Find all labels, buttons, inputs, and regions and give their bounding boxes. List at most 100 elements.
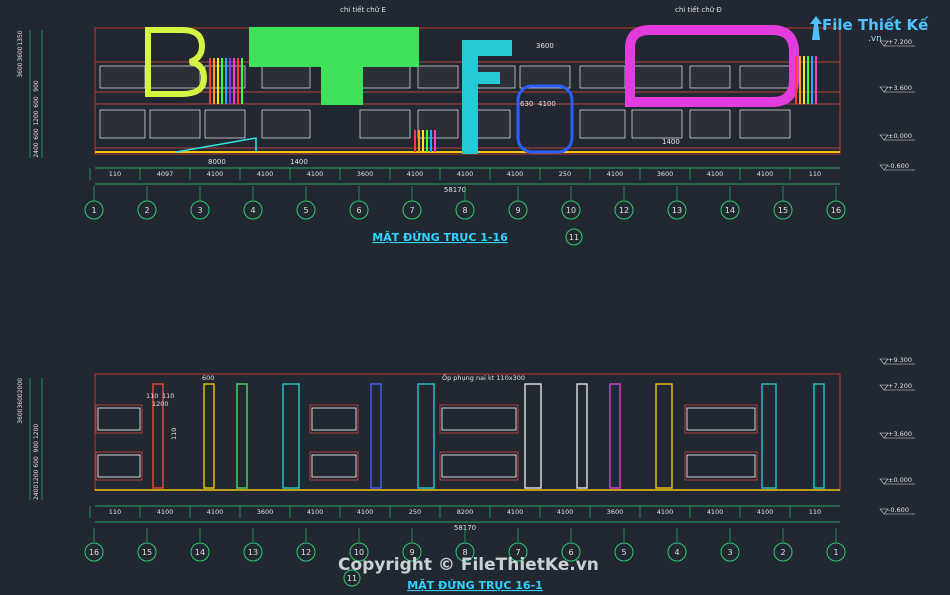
span-label: 4100 (257, 170, 274, 178)
note-e: chi tiết chữ E (340, 6, 386, 14)
left-dim-label: 1200 (33, 424, 40, 439)
left-dim-label: 600 (33, 96, 40, 108)
level-marker (879, 86, 889, 93)
svg-text:11: 11 (569, 233, 579, 242)
span-label: 3600 (607, 508, 624, 516)
axis-label: 12 (619, 206, 629, 215)
span-label: 3600 (257, 508, 274, 516)
inner-dim-5: 4100 (538, 100, 556, 108)
span-label: 4100 (507, 508, 524, 516)
axis-label: 5 (303, 206, 308, 215)
axis-label: 14 (725, 206, 735, 215)
span-label: 4100 (307, 170, 324, 178)
axis-label: 6 (356, 206, 361, 215)
span-label: 4100 (657, 508, 674, 516)
left-dim-label: 2000 (17, 378, 24, 393)
bottom-columns (152, 383, 825, 489)
span-label: 250 (559, 170, 571, 178)
bottom-note: Ốp phụng nai kt 110x300 (442, 372, 525, 382)
watermark-logo: File Thiết Kế .vn (808, 12, 940, 48)
top-axis-extra: 11 (565, 228, 583, 246)
span-label: 110 (109, 170, 121, 178)
level-label: -0.600 (888, 162, 909, 170)
top-total: 58170 (444, 186, 466, 194)
axis-label: 1 (833, 548, 838, 557)
left-dim-label: 2400 (33, 142, 40, 157)
span-label: 4100 (757, 170, 774, 178)
axis-label: 9 (515, 206, 520, 215)
letter-c (516, 84, 574, 154)
title-bottom: MẶT ĐỨNG TRỤC 16-1 (407, 578, 543, 592)
axis-label: 15 (142, 548, 152, 557)
level-label: ±0.000 (888, 132, 912, 140)
span-label: 4100 (707, 508, 724, 516)
top-left-dims: 13503600360090060012006002400 (17, 30, 43, 158)
bottom-inner-dim-1: 110 (146, 392, 158, 400)
span-label: 4100 (707, 170, 724, 178)
bottom-levels: +9.300 +7.200 +3.600 ±0.000 -0.600 (879, 356, 915, 515)
bottom-span-dims: 110 4100 4100 3600 4100 4100 250 8200 4100 4100 36… (89, 506, 821, 518)
span-label: 250 (409, 508, 421, 516)
inner-dim-1: 3600 (536, 42, 554, 50)
bottom-inner-dim-2: 110 (162, 392, 174, 400)
axis-label: 14 (195, 548, 205, 557)
span-label: 3600 (357, 170, 374, 178)
bottom-window-grids (95, 404, 758, 481)
title-top: MẶT ĐỨNG TRỤC 1-16 (372, 230, 508, 244)
level-label: +3.600 (888, 84, 912, 92)
axis-label: 2 (144, 206, 149, 215)
level-label: +3.600 (888, 430, 912, 438)
span-label: 8200 (457, 508, 474, 516)
top-levels: +7.200+3.600±0.000-0.600 (879, 38, 915, 171)
span-label: 110 (809, 508, 821, 516)
span-label: 4100 (207, 170, 224, 178)
left-dim-label: 1200 (33, 469, 40, 484)
level-label: +9.300 (888, 356, 912, 364)
level-marker (879, 358, 889, 365)
span-label: 110 (109, 508, 121, 516)
bottom-inner-dim-3: 1200 (152, 400, 169, 408)
bottom-inner-dim-5: 600 (202, 374, 214, 382)
axis-label: 13 (248, 548, 258, 557)
axis-label: 8 (462, 206, 467, 215)
axis-label: 13 (672, 206, 682, 215)
ramp (175, 137, 257, 153)
span-label: 4100 (457, 170, 474, 178)
level-marker (879, 508, 889, 515)
letter-t (249, 27, 419, 105)
axis-label: 16 (89, 548, 99, 557)
axis-label: 5 (621, 548, 626, 557)
level-marker (879, 384, 889, 391)
axis-label: 1 (91, 206, 96, 215)
bottom-left-dims: 200036003600120090060012002400 (17, 378, 43, 500)
span-label: 3600 (657, 170, 674, 178)
axis-label: 3 (197, 206, 202, 215)
axis-label: 3 (727, 548, 732, 557)
span-label: 110 (809, 170, 821, 178)
level-marker (879, 134, 889, 141)
inner-dim-6: 1400 (662, 138, 680, 146)
axis-label: 4 (250, 206, 255, 215)
left-dim-label: 900 (33, 80, 40, 92)
level-marker (879, 164, 889, 171)
axis-label: 7 (409, 206, 414, 215)
logo-text: File Thiết Kế (822, 16, 929, 34)
left-dim-label: 2400 (33, 485, 40, 500)
cad-drawing-canvas: chi tiết chữ E chi tiết chữ Đ 3600 1400 … (17, 6, 915, 592)
axis-label: 12 (301, 548, 311, 557)
span-label: 4100 (607, 170, 624, 178)
left-dim-label: 1350 (17, 30, 24, 45)
top-span-dims: 110 4097 4100 4100 4100 3600 4100 4100 4100 250 41… (89, 168, 821, 180)
level-marker (879, 478, 889, 485)
span-label: 4100 (407, 170, 424, 178)
note-d: chi tiết chữ Đ (675, 6, 722, 14)
span-label: 4100 (207, 508, 224, 516)
elevation-top: chi tiết chữ E chi tiết chữ Đ 3600 1400 … (17, 6, 915, 246)
span-label: 4100 (507, 170, 524, 178)
rainbow-stripes-left (209, 58, 243, 104)
span-label: 4100 (357, 508, 374, 516)
left-dim-label: 3600 (17, 408, 24, 423)
span-label: 4100 (557, 508, 574, 516)
left-dim-label: 600 (33, 456, 40, 468)
axis-label: 10 (566, 206, 576, 215)
